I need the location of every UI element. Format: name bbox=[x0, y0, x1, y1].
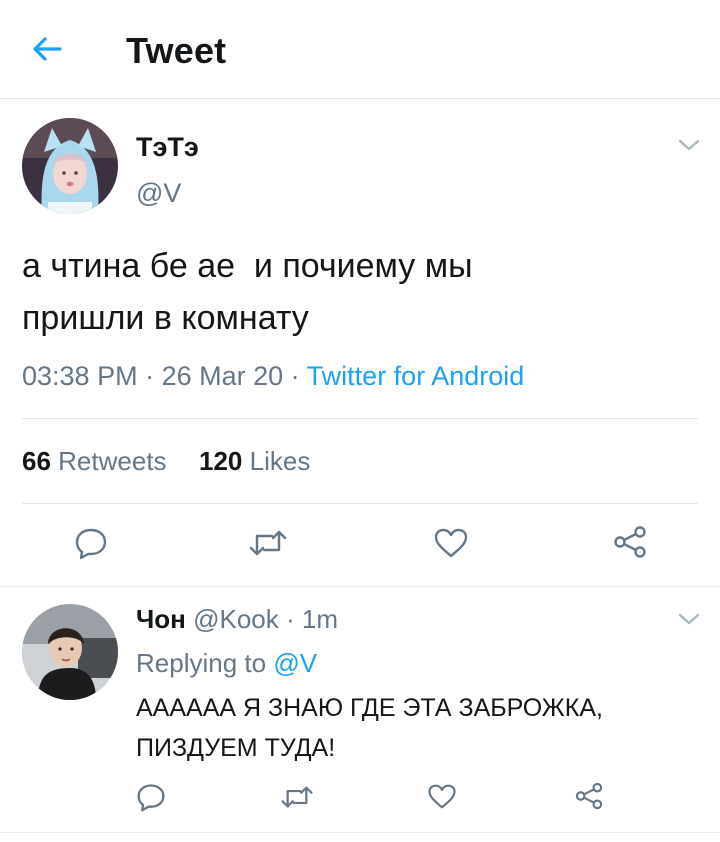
divider bbox=[22, 503, 698, 504]
retweet-icon bbox=[281, 786, 313, 808]
reply-user-handle[interactable]: @Kook bbox=[193, 604, 279, 634]
divider bbox=[0, 586, 720, 587]
avatar[interactable] bbox=[22, 604, 118, 700]
retweet-button[interactable] bbox=[280, 784, 314, 810]
retweet-button[interactable] bbox=[248, 528, 288, 558]
reply-text: АААААА Я ЗНАЮ ГДЕ ЭТА ЗАБРОЖКА, ПИЗДУЕМ … bbox=[136, 688, 696, 768]
share-button[interactable] bbox=[574, 781, 604, 811]
user-handle[interactable]: @V bbox=[136, 178, 181, 209]
like-button[interactable] bbox=[433, 527, 469, 559]
chevron-down-icon[interactable] bbox=[678, 138, 700, 152]
tweet-text: а чтина бе ае и почиему мы пришли в комн… bbox=[22, 240, 702, 344]
reply-text-line: ПИЗДУЕМ ТУДА! bbox=[136, 734, 336, 762]
tweet-date: 26 Mar 20 bbox=[161, 361, 284, 391]
retweets-stat[interactable]: 66 Retweets bbox=[22, 446, 167, 476]
tweet-time: 03:38 PM bbox=[22, 361, 138, 391]
reply-button[interactable] bbox=[136, 782, 166, 812]
divider bbox=[22, 418, 698, 419]
likes-count: 120 bbox=[199, 446, 243, 476]
reply-text-line: АААААА Я ЗНАЮ ГДЕ ЭТА ЗАБРОЖКА, bbox=[136, 694, 603, 722]
tweet-text-line: а чтина бе ае и почиему мы bbox=[22, 247, 473, 285]
tweet-text-line: пришли в комнату bbox=[22, 299, 309, 337]
reply-display-name[interactable]: Чон bbox=[136, 604, 186, 634]
page-title: Tweet bbox=[126, 30, 227, 71]
tweet-meta: 03:38 PM · 26 Mar 20 · Twitter for Andro… bbox=[22, 361, 524, 392]
retweets-count: 66 bbox=[22, 446, 51, 476]
share-button[interactable] bbox=[612, 524, 648, 560]
tweet-source-link[interactable]: Twitter for Android bbox=[307, 361, 525, 391]
top-bar: Tweet bbox=[0, 0, 720, 99]
reply-button[interactable] bbox=[74, 526, 108, 560]
separator: · bbox=[278, 604, 302, 634]
replying-to-handle[interactable]: @V bbox=[273, 648, 317, 678]
share-icon bbox=[575, 782, 603, 810]
chevron-down-icon[interactable] bbox=[678, 612, 700, 626]
likes-label: Likes bbox=[249, 446, 311, 476]
likes-stat[interactable]: 120 Likes bbox=[199, 446, 310, 476]
share-icon bbox=[614, 526, 646, 558]
retweet-icon bbox=[249, 530, 287, 556]
tweet-stats: 66 Retweets 120 Likes bbox=[22, 446, 310, 477]
replying-to-label: Replying to bbox=[136, 648, 267, 678]
separator: · bbox=[283, 361, 307, 391]
divider bbox=[0, 832, 720, 833]
reply-header: Чон @Kook · 1m bbox=[136, 604, 338, 635]
avatar[interactable] bbox=[22, 118, 118, 214]
replying-to: Replying to @V bbox=[136, 648, 317, 679]
reply-bubble-icon bbox=[75, 528, 107, 560]
separator: · bbox=[137, 361, 162, 391]
reply-age: 1m bbox=[301, 604, 338, 634]
like-button[interactable] bbox=[427, 783, 457, 810]
heart-icon bbox=[428, 784, 456, 809]
arrow-left-icon[interactable] bbox=[30, 32, 64, 66]
heart-icon bbox=[434, 528, 468, 558]
display-name[interactable]: ТэТэ bbox=[136, 132, 199, 163]
reply-bubble-icon bbox=[137, 784, 165, 812]
retweets-label: Retweets bbox=[58, 446, 167, 476]
